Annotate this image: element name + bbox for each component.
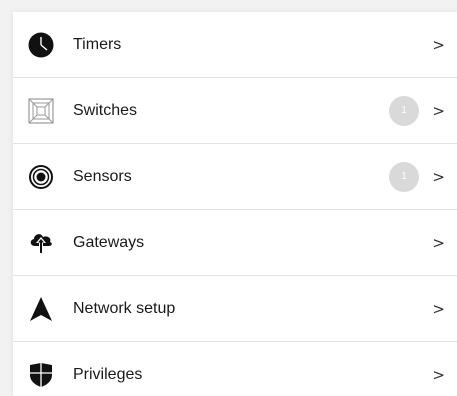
menu-item-sensors[interactable]: Sensors 1 >	[13, 144, 457, 210]
gateway-icon	[28, 230, 54, 256]
clock-icon	[28, 32, 54, 58]
chevron-right-icon: >	[432, 366, 445, 384]
menu-item-privileges[interactable]: Privileges >	[13, 342, 457, 396]
menu-item-label: Sensors	[73, 167, 132, 185]
menu-item-label: Gateways	[73, 233, 145, 251]
switch-icon	[28, 97, 54, 124]
network-icon	[28, 296, 54, 322]
settings-menu-list: Timers > Switches 1 > Sensors 1 > Gatewa…	[13, 12, 457, 396]
chevron-right-icon: >	[432, 299, 445, 318]
menu-item-label: Privileges	[73, 366, 143, 383]
chevron-right-icon: >	[432, 233, 445, 252]
menu-item-label: Timers	[73, 35, 122, 53]
menu-item-timers[interactable]: Timers >	[13, 12, 457, 78]
chevron-right-icon: >	[432, 101, 445, 120]
chevron-right-icon: >	[432, 167, 445, 186]
menu-item-gateways[interactable]: Gateways >	[13, 210, 457, 276]
menu-item-label: Network setup	[73, 299, 176, 317]
menu-item-network-setup[interactable]: Network setup >	[13, 276, 457, 342]
menu-item-switches[interactable]: Switches 1 >	[13, 78, 457, 144]
count-badge: 1	[389, 95, 419, 126]
sensor-icon	[28, 164, 54, 190]
chevron-right-icon: >	[432, 35, 445, 54]
menu-item-label: Switches	[73, 101, 138, 119]
count-badge: 1	[389, 161, 419, 192]
shield-icon	[28, 362, 54, 388]
